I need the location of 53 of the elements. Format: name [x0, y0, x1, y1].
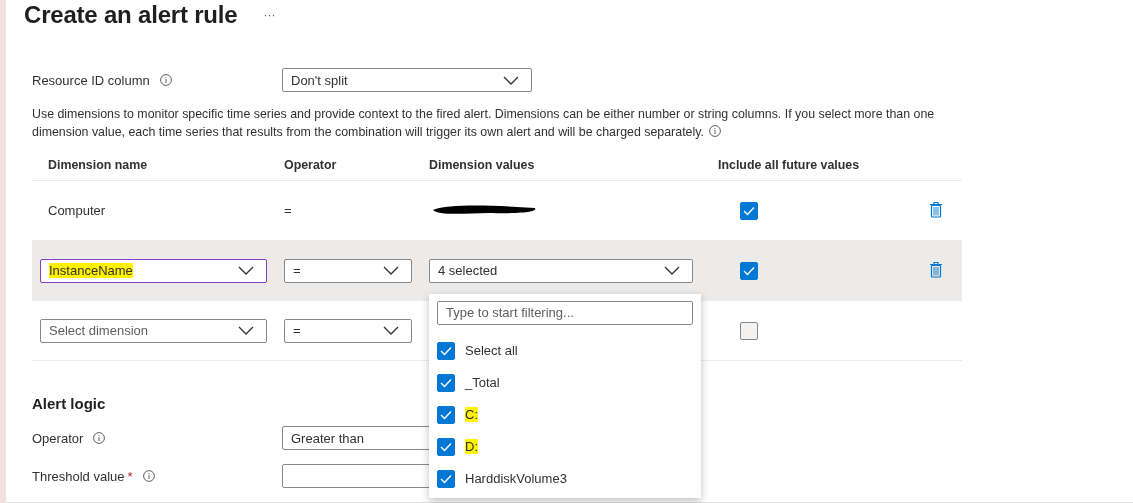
trash-icon — [929, 260, 943, 278]
info-icon — [142, 470, 155, 482]
dropdown[interactable]: InstanceName — [40, 258, 267, 283]
more-button[interactable]: ··· — [263, 8, 276, 22]
chevron-down-icon — [238, 266, 254, 275]
check-icon — [440, 377, 452, 388]
column-header: Include all future values — [717, 158, 861, 172]
check-icon — [743, 265, 755, 276]
checkbox[interactable] — [437, 469, 455, 488]
checkbox[interactable] — [740, 321, 758, 340]
dropdown[interactable]: Don't split — [282, 68, 532, 92]
column-header: Dimension name — [47, 158, 149, 172]
column-header: Operator — [283, 158, 338, 172]
description-text: Use dimensions to monitor specific time series and provide context to the fired alert. Dimensions can be either number or string columns. If you select more than one dimension value, each time series that results from the combination will trigger its own alert and will be charged separately. — [32, 106, 936, 141]
dropdown[interactable]: = — [284, 258, 412, 283]
table-cell-text: Computer — [47, 203, 106, 218]
check-icon — [440, 441, 452, 452]
trash-icon — [929, 200, 943, 218]
dropdown[interactable]: = — [284, 318, 412, 343]
dropdown[interactable]: 4 selected — [429, 258, 693, 283]
option-label[interactable]: HarddiskVolume3 — [465, 471, 567, 486]
checkbox[interactable] — [437, 373, 455, 392]
chevron-down-icon — [664, 266, 680, 275]
check-icon — [440, 345, 452, 356]
info-icon — [709, 125, 722, 137]
field-label: Operator — [32, 430, 84, 446]
info-icon — [93, 432, 106, 444]
checkbox[interactable] — [437, 437, 455, 456]
chevron-down-icon — [383, 326, 399, 335]
required-mark: * — [127, 468, 133, 484]
filter-field[interactable]: Type to start filtering... — [437, 300, 693, 325]
field-label: Resource ID column — [32, 72, 150, 88]
checkbox[interactable] — [437, 405, 455, 424]
check-icon — [743, 205, 755, 216]
info-icon — [159, 74, 172, 86]
field-label: Threshold value — [32, 468, 125, 484]
option-label[interactable]: C: — [465, 407, 478, 422]
section-heading: Alert logic — [32, 395, 107, 412]
option-label[interactable]: Select all — [465, 343, 518, 358]
table-cell: = — [284, 203, 292, 218]
page-title: Create an alert rule — [24, 1, 238, 29]
dropdown[interactable]: Select dimension — [40, 318, 267, 343]
column-header: Dimension values — [428, 158, 536, 172]
chevron-down-icon — [238, 326, 254, 335]
chevron-down-icon — [383, 266, 399, 275]
checkbox[interactable] — [740, 261, 758, 280]
chevron-down-icon — [503, 75, 519, 85]
checkbox[interactable] — [437, 341, 455, 360]
option-label[interactable]: _Total — [465, 375, 500, 390]
check-icon — [440, 409, 452, 420]
check-icon — [440, 473, 452, 484]
checkbox[interactable] — [740, 201, 758, 220]
option-label[interactable]: D: — [465, 439, 478, 454]
